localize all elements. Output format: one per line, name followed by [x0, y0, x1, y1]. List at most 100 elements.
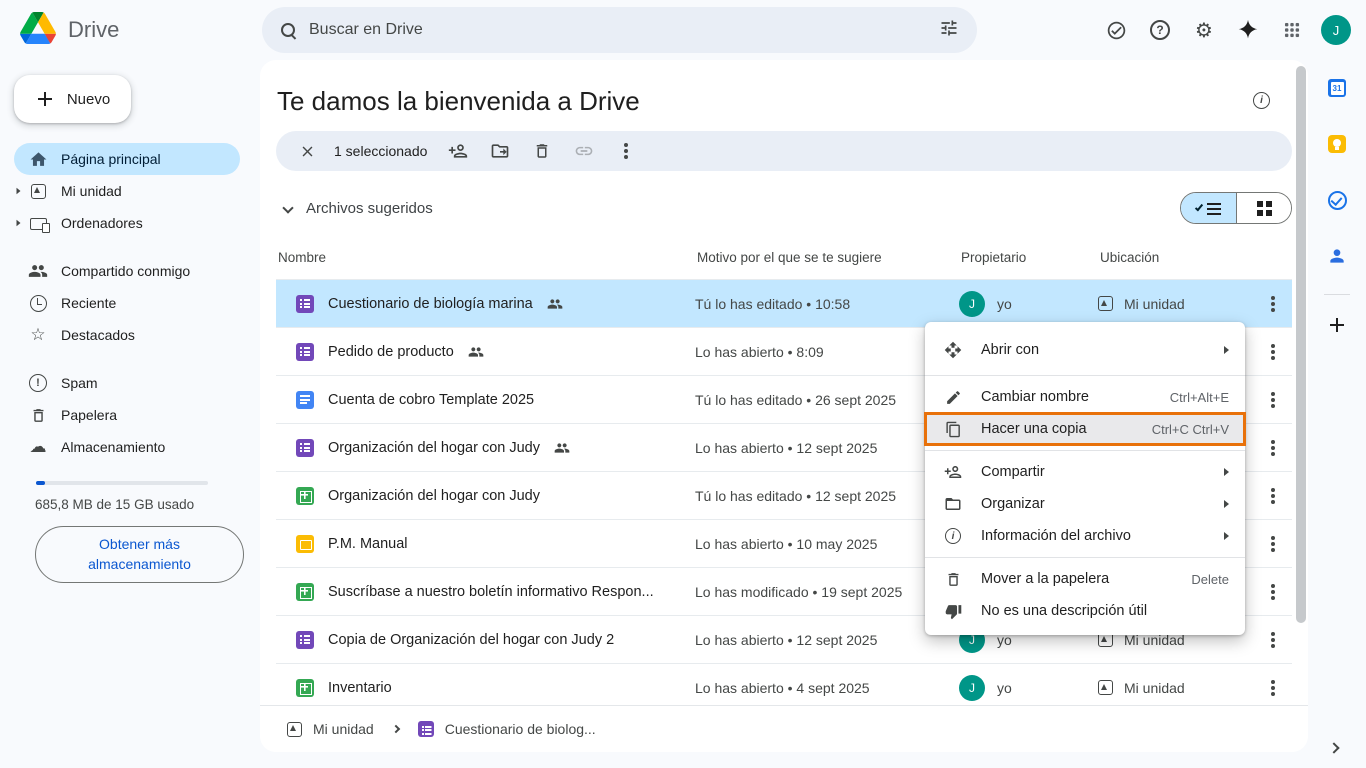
- sidebar-item-label: Papelera: [61, 407, 117, 423]
- tasks-icon[interactable]: [1308, 172, 1366, 228]
- table-row[interactable]: Inventario Lo has abierto • 4 sept 2025 …: [276, 663, 1292, 711]
- copy-icon: [943, 421, 963, 438]
- row-more-options-icon[interactable]: [1253, 542, 1292, 546]
- row-more-options-icon[interactable]: [1253, 398, 1292, 402]
- new-button[interactable]: Nuevo: [14, 75, 131, 123]
- row-more-options-icon[interactable]: [1253, 590, 1292, 594]
- grid-icon: [1257, 201, 1263, 207]
- settings-gear-icon[interactable]: ⚙: [1182, 10, 1226, 50]
- menu-item-make-copy[interactable]: Hacer una copia Ctrl+C Ctrl+V: [925, 413, 1245, 445]
- page-title: Te damos la bienvenida a Drive: [277, 86, 640, 117]
- scrollbar[interactable]: [1296, 66, 1306, 623]
- sidebar-item-trash[interactable]: Papelera: [14, 399, 240, 431]
- row-more-options-icon[interactable]: [1253, 350, 1292, 354]
- collapse-section-icon[interactable]: [282, 202, 293, 213]
- table-row[interactable]: Cuestionario de biología marina Tú lo ha…: [276, 279, 1292, 327]
- menu-item-rename[interactable]: Cambiar nombre Ctrl+Alt+E: [925, 381, 1245, 413]
- breadcrumb-file[interactable]: Cuestionario de biolog...: [445, 721, 596, 737]
- account-avatar[interactable]: J: [1314, 10, 1358, 50]
- file-name: Copia de Organización del hogar con Judy…: [328, 632, 614, 648]
- move-to-folder-icon[interactable]: [479, 133, 521, 169]
- row-more-options-icon[interactable]: [1253, 302, 1292, 306]
- my-drive-icon: [27, 184, 49, 199]
- row-more-options-icon[interactable]: [1253, 638, 1292, 642]
- expand-arrow-icon[interactable]: [17, 220, 21, 226]
- sidebar-item-label: Página principal: [61, 151, 161, 167]
- info-icon[interactable]: i: [1253, 92, 1270, 109]
- list-view-button[interactable]: [1181, 193, 1236, 223]
- menu-item-not-useful[interactable]: No es una descripción útil: [925, 595, 1245, 627]
- grid-view-button[interactable]: [1236, 193, 1291, 223]
- context-menu: Abrir con Cambiar nombre Ctrl+Alt+E Hace…: [925, 322, 1245, 635]
- sidebar-item-computers[interactable]: Ordenadores: [14, 207, 240, 239]
- submenu-arrow-icon: [1224, 532, 1229, 540]
- my-drive-icon: [1098, 680, 1113, 695]
- sidebar-item-spam[interactable]: ! Spam: [14, 367, 240, 399]
- search-icon[interactable]: [280, 22, 297, 39]
- sidebar-item-my-drive[interactable]: Mi unidad: [14, 175, 240, 207]
- file-name: Inventario: [328, 680, 392, 696]
- suggested-files-section: Archivos sugeridos: [276, 190, 1292, 226]
- shared-with-me-icon: [27, 261, 49, 281]
- help-icon[interactable]: ?: [1138, 10, 1182, 50]
- shortcut-label: Delete: [1191, 572, 1229, 587]
- more-actions-icon[interactable]: [605, 133, 647, 169]
- sidebar-item-storage[interactable]: ☁ Almacenamiento: [14, 431, 240, 463]
- breadcrumb-root[interactable]: Mi unidad: [313, 721, 374, 737]
- offline-status-icon[interactable]: [1094, 10, 1138, 50]
- menu-item-move-to-trash[interactable]: Mover a la papelera Delete: [925, 563, 1245, 595]
- shared-people-icon: [554, 440, 570, 456]
- spam-icon: !: [27, 374, 49, 392]
- open-with-icon: [943, 341, 963, 359]
- file-type-icon: [296, 679, 314, 697]
- row-more-options-icon[interactable]: [1253, 494, 1292, 498]
- new-button-label: Nuevo: [67, 91, 110, 108]
- google-apps-icon[interactable]: [1270, 10, 1314, 50]
- calendar-icon[interactable]: 31: [1308, 60, 1366, 116]
- sidebar-item-starred[interactable]: ☆ Destacados: [14, 319, 240, 351]
- suggestion-reason: Lo has abierto • 10 may 2025: [695, 536, 959, 552]
- view-toggle: [1180, 192, 1292, 224]
- section-title: Archivos sugeridos: [306, 200, 433, 217]
- person-add-icon: [943, 463, 963, 481]
- submenu-arrow-icon: [1224, 468, 1229, 476]
- search-bar[interactable]: [262, 7, 977, 53]
- file-type-icon: [296, 391, 314, 409]
- row-more-options-icon[interactable]: [1253, 446, 1292, 450]
- shared-people-icon: [547, 296, 563, 312]
- keep-icon[interactable]: [1308, 116, 1366, 172]
- suggestion-reason: Tú lo has editado • 10:58: [695, 296, 959, 312]
- plus-icon: [35, 89, 55, 109]
- shortcut-label: Ctrl+Alt+E: [1170, 390, 1229, 405]
- search-options-icon[interactable]: [939, 18, 959, 43]
- menu-item-open-with[interactable]: Abrir con: [925, 330, 1245, 370]
- chevron-right-icon: [391, 725, 399, 733]
- contacts-icon[interactable]: [1308, 228, 1366, 284]
- menu-item-organize[interactable]: Organizar: [925, 488, 1245, 520]
- menu-item-file-info[interactable]: i Información del archivo: [925, 520, 1245, 552]
- column-location: Ubicación: [1100, 250, 1255, 265]
- get-link-icon[interactable]: [563, 133, 605, 169]
- search-input[interactable]: [309, 21, 939, 39]
- breadcrumb: Mi unidad Cuestionario de biolog...: [260, 705, 1308, 752]
- add-panel-icon[interactable]: [1308, 305, 1366, 345]
- file-name: Pedido de producto: [328, 344, 454, 360]
- menu-item-share[interactable]: Compartir: [925, 456, 1245, 488]
- clear-selection-icon[interactable]: [294, 133, 320, 169]
- trash-icon[interactable]: [521, 133, 563, 169]
- row-more-options-icon[interactable]: [1253, 686, 1292, 690]
- file-type-icon: [296, 535, 314, 553]
- sidebar-item-label: Destacados: [61, 327, 135, 343]
- gemini-icon[interactable]: [1226, 10, 1270, 50]
- share-icon[interactable]: [437, 133, 479, 169]
- get-more-storage-button[interactable]: Obtener más almacenamiento: [35, 526, 244, 583]
- sidebar-item-shared-with-me[interactable]: Compartido conmigo: [14, 255, 240, 287]
- file-type-icon: [296, 439, 314, 457]
- suggestion-reason: Lo has abierto • 8:09: [695, 344, 959, 360]
- collapse-panel-icon[interactable]: [1328, 742, 1339, 753]
- shared-people-icon: [468, 344, 484, 360]
- drive-logo[interactable]: Drive: [0, 12, 256, 49]
- sidebar-item-home[interactable]: Página principal: [14, 143, 240, 175]
- sidebar-item-recent[interactable]: Reciente: [14, 287, 240, 319]
- expand-arrow-icon[interactable]: [17, 188, 21, 194]
